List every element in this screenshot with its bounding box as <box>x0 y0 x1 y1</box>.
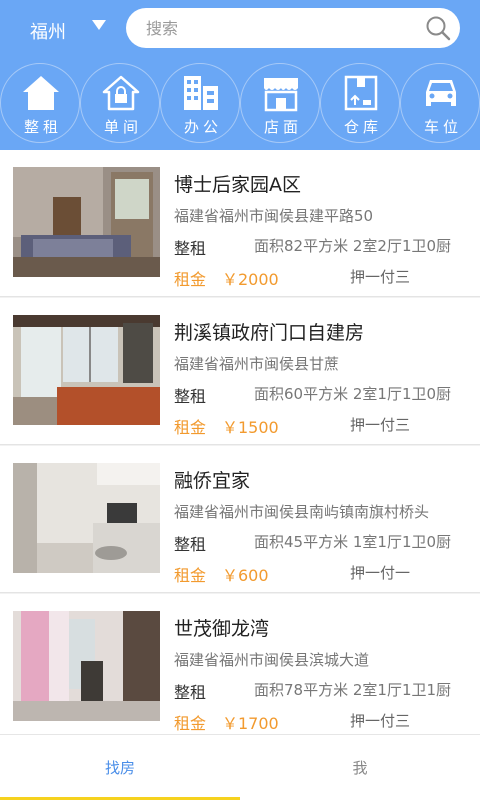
listing-address: 福建省福州市闽侯县南屿镇南旗村桥头 <box>174 503 430 521</box>
office-building-icon <box>184 76 218 110</box>
search-input[interactable] <box>146 8 416 48</box>
category-storefront[interactable]: 店面 <box>240 63 320 143</box>
category-bar: 整租 单间 办公 店面 仓库 车位 <box>0 56 480 150</box>
category-label: 仓库 <box>343 118 382 136</box>
listing-title: 融侨宜家 <box>174 470 251 492</box>
rent-label: 租金 <box>174 418 207 437</box>
listing-type: 整租 <box>174 683 207 702</box>
listing-details: 面积78平方米 2室1厅1卫1厨 <box>254 681 452 699</box>
warehouse-box-icon <box>344 75 378 111</box>
tab-find-house[interactable]: 找房 <box>0 735 240 800</box>
room-lock-icon <box>102 75 140 111</box>
car-icon <box>426 80 456 106</box>
payment-terms: 押一付三 <box>350 712 411 730</box>
listing-card[interactable]: 融侨宜家 福建省福州市闽侯县南屿镇南旗村桥头 整租 面积45平方米 1室1厅1卫… <box>0 446 480 593</box>
listing-photo <box>13 463 160 573</box>
category-parking[interactable]: 车位 <box>400 63 480 143</box>
category-label: 车位 <box>423 118 462 136</box>
category-warehouse[interactable]: 仓库 <box>320 63 400 143</box>
rent-price: ￥2000 <box>222 270 279 289</box>
rent-label: 租金 <box>174 714 207 733</box>
listing-details: 面积45平方米 1室1厅1卫0厨 <box>254 533 452 551</box>
listing-type: 整租 <box>174 239 207 258</box>
category-whole-rent[interactable]: 整租 <box>0 63 80 143</box>
top-bar: 福州 <box>0 0 480 56</box>
listing-card[interactable]: 荆溪镇政府门口自建房 福建省福州市闽侯县甘蔗 整租 面积60平方米 2室1厅1卫… <box>0 298 480 445</box>
listing-title: 世茂御龙湾 <box>174 618 270 640</box>
house-icon <box>23 76 59 110</box>
payment-terms: 押一付一 <box>350 564 411 582</box>
listing-address: 福建省福州市闽侯县滨城大道 <box>174 651 370 669</box>
city-selector[interactable]: 福州 <box>30 18 66 44</box>
category-single-room[interactable]: 单间 <box>80 63 160 143</box>
tab-me[interactable]: 我 <box>240 735 480 800</box>
listing-details: 面积82平方米 2室2厅1卫0厨 <box>254 237 452 255</box>
listing-photo <box>13 315 160 425</box>
rent-price: ￥1500 <box>222 418 279 437</box>
category-label: 单间 <box>103 118 142 136</box>
category-label: 办公 <box>183 118 222 136</box>
listing-type: 整租 <box>174 535 207 554</box>
listing-type: 整租 <box>174 387 207 406</box>
search-icon[interactable] <box>424 14 452 42</box>
rent-label: 租金 <box>174 270 207 289</box>
rent-price: ￥1700 <box>222 714 279 733</box>
listing-photo <box>13 611 160 721</box>
payment-terms: 押一付三 <box>350 268 411 286</box>
category-label: 店面 <box>263 118 302 136</box>
bottom-tab-bar: 找房 我 <box>0 734 480 800</box>
listing-address: 福建省福州市闽侯县甘蔗 <box>174 355 340 373</box>
category-office[interactable]: 办公 <box>160 63 240 143</box>
listing-photo <box>13 167 160 277</box>
rent-label: 租金 <box>174 566 207 585</box>
rent-price: ￥600 <box>222 566 269 585</box>
storefront-icon <box>264 78 298 112</box>
listing-card[interactable]: 世茂御龙湾 福建省福州市闽侯县滨城大道 整租 面积78平方米 2室1厅1卫1厨 … <box>0 594 480 741</box>
listing-title: 博士后家园A区 <box>174 174 301 196</box>
category-label: 整租 <box>23 118 62 136</box>
listing-details: 面积60平方米 2室1厅1卫0厨 <box>254 385 452 403</box>
listing-title: 荆溪镇政府门口自建房 <box>174 322 365 344</box>
listing-card[interactable]: 博士后家园A区 福建省福州市闽侯县建平路50 整租 面积82平方米 2室2厅1卫… <box>0 150 480 297</box>
search-box[interactable] <box>126 8 460 48</box>
payment-terms: 押一付三 <box>350 416 411 434</box>
dropdown-arrow-icon[interactable] <box>92 20 106 30</box>
listing-address: 福建省福州市闽侯县建平路50 <box>174 207 374 225</box>
